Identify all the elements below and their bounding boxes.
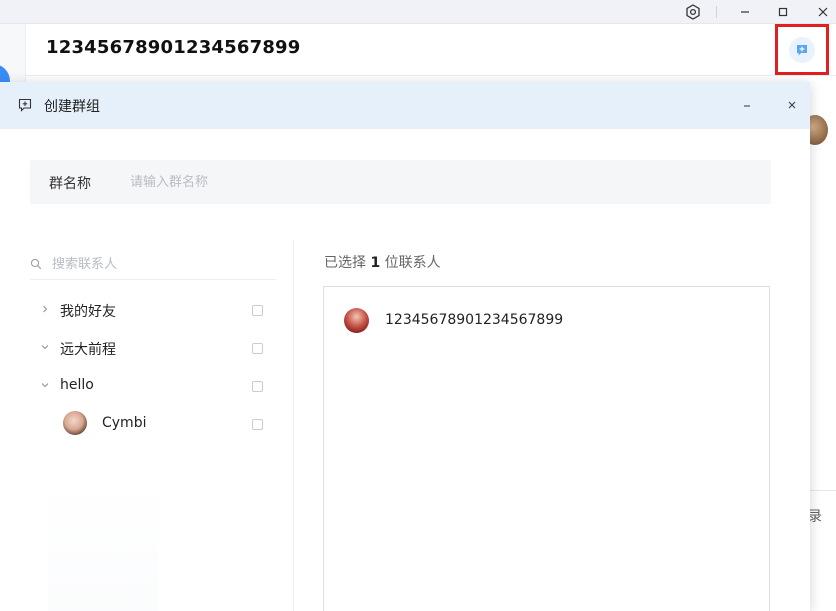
maximize-icon [778,7,788,17]
group-name-row: 群名称 [30,160,771,204]
group-checkbox[interactable] [252,343,263,354]
group-name-input[interactable] [126,166,726,198]
contact-checkbox[interactable] [252,419,263,430]
group-label: hello [60,377,94,393]
settings-button[interactable] [674,0,712,24]
group-checkbox[interactable] [252,381,263,392]
window-close-button[interactable] [804,0,836,24]
group-item-hello[interactable]: hello [30,369,276,403]
search-icon [30,258,42,270]
maximize-button[interactable] [764,0,802,24]
avatar [344,308,369,333]
chat-title: 12345678901234567899 [46,37,301,58]
create-group-icon-wrap [789,36,815,63]
contact-search-input[interactable] [52,252,262,276]
group-checkbox[interactable] [252,305,263,316]
close-icon [818,7,828,17]
chevron-right-icon[interactable] [40,304,50,314]
dialog-header: 创建群组 [0,82,810,129]
hexagon-gear-icon [686,4,700,20]
background-partial-link[interactable]: 录 [808,506,822,526]
selected-contact-name: 12345678901234567899 [385,312,564,328]
dialog-close-button[interactable] [781,94,803,116]
selected-count: 1 [370,255,381,271]
contact-search [30,248,276,280]
group-name-label: 群名称 [49,176,91,192]
avatar [63,411,87,435]
dialog-title: 创建群组 [44,99,100,115]
create-group-dialog: 创建群组 群名称 我的好友 [0,82,810,611]
titlebar-separator [716,6,717,18]
selected-contact-item[interactable]: 12345678901234567899 [344,307,744,335]
group-item-my-friends[interactable]: 我的好友 [30,293,276,327]
close-icon [788,101,796,109]
contact-name: Cymbi [102,415,147,431]
minimize-button[interactable] [726,0,764,24]
background-divider [810,490,836,491]
chevron-down-icon[interactable] [40,342,50,352]
selected-count-title: 已选择 1 位联系人 [324,252,441,272]
minimize-icon [741,11,749,13]
group-item-yuanda[interactable]: 远大前程 [30,331,276,365]
group-label: 远大前程 [60,342,116,358]
selected-contacts-list: 12345678901234567899 [323,286,770,611]
contact-picker: 我的好友 远大前程 hello Cymbi [30,240,276,611]
selected-suffix: 位联系人 [384,255,441,271]
chat-header: 12345678901234567899 [26,24,836,76]
chevron-down-icon[interactable] [40,380,50,390]
chat-plus-icon [797,44,807,55]
window-titlebar [0,0,836,24]
pane-divider [293,240,294,611]
contact-item[interactable]: Cymbi [30,407,276,441]
group-label: 我的好友 [60,304,116,320]
dialog-minimize-button[interactable] [736,94,758,116]
chat-plus-icon [18,98,32,112]
minimize-icon [744,105,750,107]
create-group-button[interactable] [775,24,829,75]
selected-prefix: 已选择 [324,255,366,271]
